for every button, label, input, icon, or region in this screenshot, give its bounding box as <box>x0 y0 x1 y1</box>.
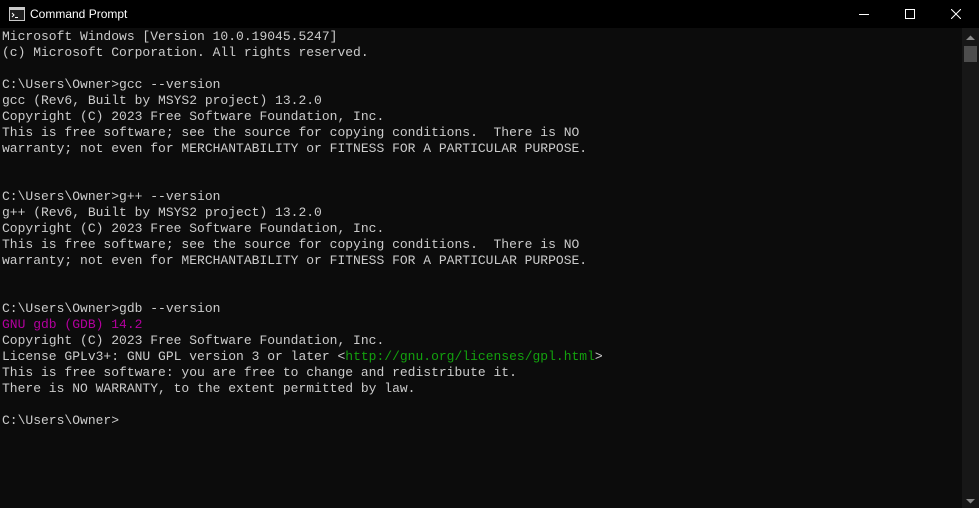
scroll-down-button[interactable] <box>962 491 979 508</box>
window-controls <box>841 0 979 28</box>
console-line: C:\Users\Owner>g++ --version <box>2 189 221 204</box>
console-line: This is free software; see the source fo… <box>2 125 580 140</box>
console-line: gcc (Rev6, Built by MSYS2 project) 13.2.… <box>2 93 322 108</box>
scrollbar-thumb[interactable] <box>964 46 977 62</box>
vertical-scrollbar[interactable] <box>962 28 979 508</box>
console-line: Copyright (C) 2023 Free Software Foundat… <box>2 221 385 236</box>
console-icon <box>9 6 25 22</box>
minimize-icon <box>859 9 869 19</box>
console-line: (c) Microsoft Corporation. All rights re… <box>2 45 369 60</box>
scroll-up-button[interactable] <box>962 28 979 45</box>
gdb-version-line: GNU gdb (GDB) 14.2 <box>2 317 143 332</box>
window-title: Command Prompt <box>30 7 128 21</box>
license-line: License GPLv3+: GNU GPL version 3 or lat… <box>2 349 960 365</box>
maximize-button[interactable] <box>887 0 933 28</box>
license-text: License GPLv3+: GNU GPL version 3 or lat… <box>2 349 346 364</box>
console-line: C:\Users\Owner>gcc --version <box>2 77 221 92</box>
license-url: http://gnu.org/licenses/gpl.html <box>345 349 595 364</box>
maximize-icon <box>905 9 915 19</box>
scroll-down-arrow-icon <box>966 491 975 508</box>
console-line: This is free software; see the source fo… <box>2 237 580 252</box>
minimize-button[interactable] <box>841 0 887 28</box>
command-prompt-window: Command Prompt Microsoft Windows [Versio… <box>0 0 979 508</box>
console-line: C:\Users\Owner>gdb --version <box>2 301 221 316</box>
console-line: warranty; not even for MERCHANTABILITY o… <box>2 253 588 268</box>
console-line: Copyright (C) 2023 Free Software Foundat… <box>2 109 385 124</box>
console-line: Microsoft Windows [Version 10.0.19045.52… <box>2 29 338 44</box>
console-line: warranty; not even for MERCHANTABILITY o… <box>2 141 588 156</box>
console-line: Copyright (C) 2023 Free Software Foundat… <box>2 333 385 348</box>
title-bar[interactable]: Command Prompt <box>0 0 979 28</box>
close-icon <box>951 9 961 19</box>
console-output[interactable]: Microsoft Windows [Version 10.0.19045.52… <box>2 29 960 508</box>
console-line: There is NO WARRANTY, to the extent perm… <box>2 381 416 396</box>
console-line: This is free software: you are free to c… <box>2 365 517 380</box>
scroll-up-arrow-icon <box>966 28 975 46</box>
console-line: g++ (Rev6, Built by MSYS2 project) 13.2.… <box>2 205 322 220</box>
license-text-end: > <box>594 349 603 364</box>
close-button[interactable] <box>933 0 979 28</box>
command-prompt-line[interactable]: C:\Users\Owner> <box>2 413 960 429</box>
